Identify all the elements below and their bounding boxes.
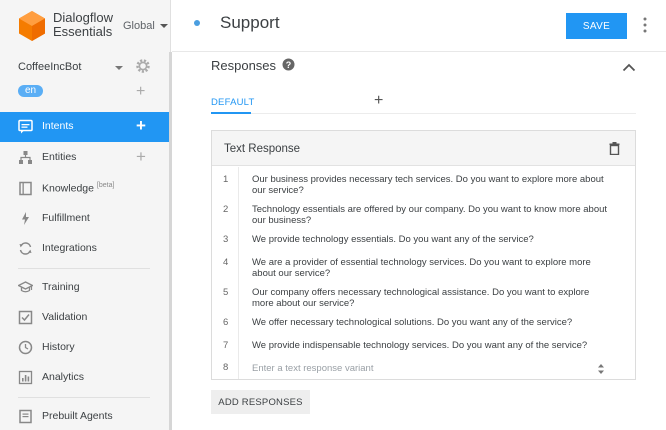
brand-line2: Essentials (53, 24, 113, 39)
response-variant[interactable]: We offer necessary technological solutio… (252, 317, 612, 328)
responses-section-title: Responses (211, 58, 277, 73)
language-chip[interactable]: en (18, 85, 43, 97)
hierarchy-icon (19, 151, 32, 164)
response-variant[interactable]: We provide indispensable technology serv… (252, 340, 612, 351)
add-entity-icon[interactable]: + (136, 148, 146, 165)
sidebar-item-integrations[interactable]: Integrations (0, 234, 171, 264)
more-vert-icon[interactable] (643, 17, 647, 33)
sidebar-item-label: Prebuilt Agents (42, 410, 113, 422)
status-dot-icon (194, 20, 200, 26)
sidebar-item-label: History (42, 341, 75, 353)
dialogflow-console: Dialogflow Essentials Global CoffeeIncBo… (0, 0, 666, 430)
sidebar-item-label: Integrations (42, 242, 97, 254)
tab-default[interactable]: DEFAULT (211, 97, 254, 108)
response-variant[interactable]: Our company offers necessary technologic… (252, 287, 612, 309)
chat-bubble-icon (18, 119, 33, 134)
sidebar-item-fulfillment[interactable]: Fulfillment (0, 204, 171, 234)
beta-badge: [beta] (96, 182, 115, 189)
tab-active-indicator (211, 112, 251, 114)
graduation-cap-icon (18, 281, 33, 293)
response-variant[interactable]: We provide technology essentials. Do you… (252, 234, 612, 245)
sidebar-item-entities[interactable]: Entities + (0, 143, 171, 173)
sidebar-item-knowledge[interactable]: Knowledge [beta] (0, 174, 171, 204)
sidebar-divider (18, 268, 150, 269)
intent-header: Support SAVE (172, 0, 666, 52)
sidebar-item-label: Training (42, 281, 80, 293)
trash-icon[interactable] (609, 142, 620, 155)
sidebar-item-label: Analytics (42, 371, 85, 383)
row-number: 8 (223, 362, 229, 373)
response-variant[interactable]: We are a provider of essential technolog… (252, 257, 612, 279)
brand-name: Dialogflow Essentials (53, 11, 113, 39)
response-variant[interactable]: Technology essentials are offered by our… (252, 204, 612, 226)
card-header: Text Response (212, 131, 635, 166)
intent-title[interactable]: Support (220, 13, 280, 33)
chevron-up-icon[interactable] (622, 62, 636, 72)
row-number: 3 (223, 234, 229, 245)
sidebar-item-history[interactable]: History (0, 333, 171, 363)
lightning-icon (22, 212, 29, 225)
new-response-input[interactable]: Enter a text response variant (252, 363, 612, 374)
response-variant[interactable]: Our business provides necessary tech ser… (252, 174, 612, 196)
sidebar-item-intents[interactable]: Intents + (0, 112, 171, 142)
agent-name: CoffeeIncBot (18, 61, 82, 73)
help-icon[interactable]: ? (282, 58, 295, 71)
sidebar-item-label: Fulfillment (42, 212, 90, 224)
text-response-card: Text Response 1 Our business provides ne… (211, 130, 636, 380)
book-icon (19, 181, 32, 196)
row-number: 6 (223, 317, 229, 328)
document-icon (19, 409, 32, 424)
caret-down-icon (115, 66, 123, 70)
tabs-baseline (211, 113, 636, 114)
add-language-icon[interactable]: + (136, 84, 145, 100)
sidebar-item-validation[interactable]: Validation (0, 303, 171, 333)
bar-chart-icon (18, 370, 33, 385)
card-title: Text Response (224, 143, 301, 155)
sidebar-item-prebuilt-agents[interactable]: Prebuilt Agents (0, 402, 171, 430)
resize-spinner-icon[interactable] (597, 363, 605, 375)
caret-down-icon (159, 24, 168, 29)
knowledge-label: Knowledge (42, 182, 94, 195)
row-number: 7 (223, 340, 229, 351)
svg-text:?: ? (286, 60, 292, 70)
region-label: Global (123, 20, 155, 32)
sidebar-item-training[interactable]: Training (0, 273, 171, 303)
gear-icon[interactable] (135, 58, 151, 74)
brand-header: Dialogflow Essentials Global (0, 0, 171, 52)
row-number: 4 (223, 257, 229, 268)
add-responses-button[interactable]: ADD RESPONSES (211, 390, 310, 414)
clock-icon (18, 340, 33, 355)
sidebar-item-label: Validation (42, 311, 88, 323)
sidebar-item-label: Knowledge [beta] (42, 182, 114, 195)
row-number: 2 (223, 204, 229, 215)
sidebar-item-analytics[interactable]: Analytics (0, 363, 171, 393)
add-intent-icon[interactable]: + (136, 117, 146, 134)
add-tab-icon[interactable]: + (374, 93, 383, 109)
checkbox-icon (18, 310, 33, 325)
row-number: 1 (223, 174, 229, 185)
brand-line1: Dialogflow (53, 10, 113, 25)
sidebar-item-label: Intents (42, 120, 74, 132)
row-number: 5 (223, 287, 229, 298)
sidebar-divider (18, 397, 150, 398)
sidebar-item-label: Entities (42, 151, 77, 163)
dialogflow-logo-icon (19, 11, 45, 41)
save-button[interactable]: SAVE (566, 13, 627, 39)
sync-icon (19, 242, 32, 255)
sidebar: Dialogflow Essentials Global CoffeeIncBo… (0, 0, 171, 430)
region-selector[interactable]: Global (123, 20, 168, 32)
sidebar-scrollbar[interactable] (169, 52, 172, 430)
